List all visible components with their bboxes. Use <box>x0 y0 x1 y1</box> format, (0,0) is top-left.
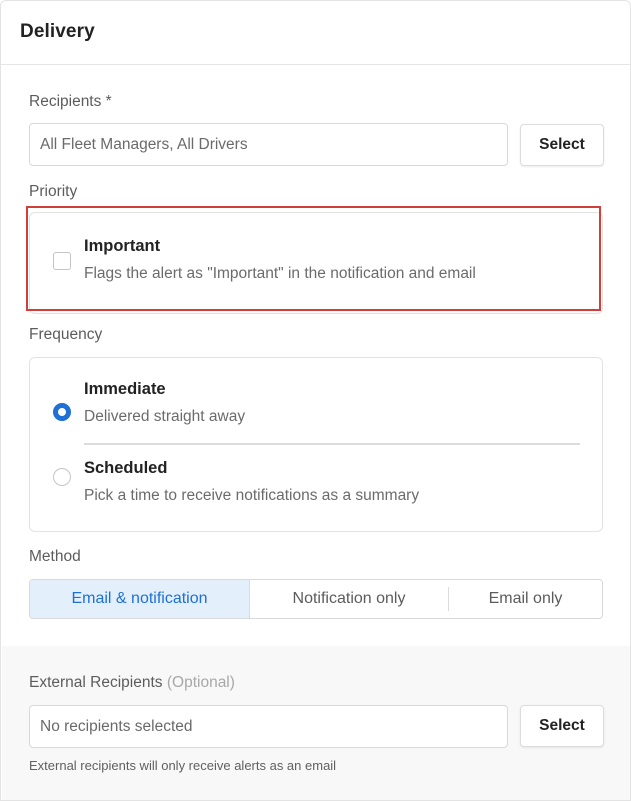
method-label: Method <box>29 548 81 565</box>
frequency-label: Frequency <box>29 326 103 343</box>
scheduled-description: Pick a time to receive notifications as … <box>84 487 420 504</box>
recipients-label: Recipients * <box>29 93 112 110</box>
method-segmented-control: Email & notification Notification only E… <box>29 579 603 619</box>
priority-card[interactable] <box>29 212 603 314</box>
external-recipients-input[interactable]: No recipients selected <box>29 705 508 748</box>
important-description: Flags the alert as "Important" in the no… <box>84 265 476 282</box>
external-select-button[interactable]: Select <box>520 705 604 747</box>
panel-title: Delivery <box>20 21 95 42</box>
recipients-value: All Fleet Managers, All Drivers <box>40 135 248 153</box>
recipients-input[interactable]: All Fleet Managers, All Drivers <box>29 123 508 166</box>
external-recipients-placeholder: No recipients selected <box>40 717 193 735</box>
external-recipients-label-text: External Recipients <box>29 674 163 691</box>
scheduled-radio[interactable] <box>53 468 71 486</box>
important-checkbox[interactable] <box>53 252 71 270</box>
immediate-title: Immediate <box>84 380 166 398</box>
optional-tag: (Optional) <box>166 674 235 691</box>
frequency-divider <box>84 443 580 445</box>
delivery-panel: Delivery Recipients * All Fleet Managers… <box>0 0 631 801</box>
immediate-description: Delivered straight away <box>84 408 246 425</box>
method-option-email-only[interactable]: Email only <box>449 580 602 618</box>
method-option-email-notification[interactable]: Email & notification <box>30 580 250 618</box>
panel-header: Delivery <box>1 1 630 65</box>
priority-label: Priority <box>29 183 78 200</box>
immediate-radio[interactable] <box>53 403 71 421</box>
recipients-select-button[interactable]: Select <box>520 124 604 166</box>
important-title: Important <box>84 237 161 255</box>
scheduled-title: Scheduled <box>84 459 168 477</box>
external-help-text: External recipients will only receive al… <box>29 758 337 773</box>
external-recipients-label: External Recipients (Optional) <box>29 674 235 692</box>
method-option-notification-only[interactable]: Notification only <box>250 580 448 618</box>
